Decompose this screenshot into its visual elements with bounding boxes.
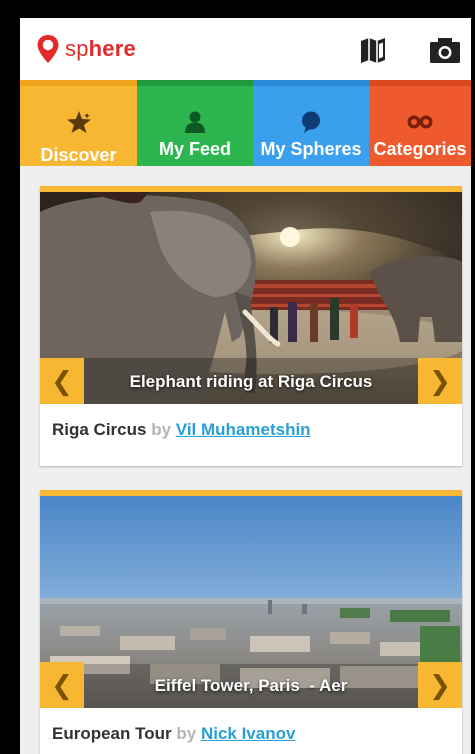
photo-caption: Eiffel Tower, Paris - Aer <box>154 676 348 695</box>
tab-my-feed[interactable]: My Feed <box>137 80 253 166</box>
chevron-left-icon: ❮ <box>51 670 73 700</box>
card-by-text: by <box>176 724 197 743</box>
chevron-right-icon: ❯ <box>429 366 451 396</box>
tab-label: Categories <box>373 139 467 159</box>
sphere-card[interactable]: ❮ ❯ Eiffel Tower, Paris - Aer European T… <box>40 490 462 754</box>
sphere-photo[interactable]: ❮ ❯ Eiffel Tower, Paris - Aer <box>40 496 462 708</box>
next-photo-button[interactable]: ❯ <box>418 358 462 404</box>
card-by-text: by <box>151 420 172 439</box>
card-title[interactable]: Riga Circus <box>52 420 146 439</box>
tab-strip <box>137 80 253 86</box>
tab-label: Discover <box>40 145 117 165</box>
app-screen: sphere Discover My Feed My Spheres Categ… <box>20 18 471 754</box>
app-logo[interactable]: sphere <box>36 33 136 65</box>
photo-caption: Elephant riding at Riga Circus <box>129 372 373 391</box>
tab-discover[interactable]: Discover <box>20 80 137 166</box>
logo-text-suffix: here <box>88 36 136 61</box>
tab-categories[interactable]: Categories <box>369 80 471 166</box>
card-author-link[interactable]: Vil Muhametshin <box>176 420 311 439</box>
card-footer: European Tour by Nick Ivanov <box>40 708 462 754</box>
next-photo-button[interactable]: ❯ <box>418 662 462 708</box>
camera-icon[interactable] <box>428 35 462 65</box>
chevron-right-icon: ❯ <box>429 670 451 700</box>
card-footer: Riga Circus by Vil Muhametshin <box>40 404 462 466</box>
binoculars-icon <box>407 115 433 129</box>
tab-strip <box>369 80 471 86</box>
previous-photo-button[interactable]: ❮ <box>40 358 84 404</box>
previous-photo-button[interactable]: ❮ <box>40 662 84 708</box>
speech-bubble-icon <box>302 111 320 133</box>
app-bar: sphere <box>20 18 471 80</box>
card-author-link[interactable]: Nick Ivanov <box>201 724 296 743</box>
tab-strip <box>253 80 369 86</box>
card-title[interactable]: European Tour <box>52 724 172 743</box>
chevron-left-icon: ❮ <box>51 366 73 396</box>
person-icon <box>185 111 205 133</box>
device-frame: sphere Discover My Feed My Spheres Categ… <box>0 0 475 754</box>
star-icon <box>66 111 91 133</box>
sphere-card[interactable]: ❮ ❯ Elephant riding at Riga Circus Riga … <box>40 186 462 466</box>
sphere-photo[interactable]: ❮ ❯ Elephant riding at Riga Circus <box>40 192 462 404</box>
logo-text-prefix: sp <box>65 36 89 61</box>
tab-label: My Spheres <box>260 139 362 159</box>
location-pin-icon <box>37 35 59 63</box>
tab-my-spheres[interactable]: My Spheres <box>253 80 369 166</box>
map-icon[interactable] <box>358 35 392 65</box>
tab-strip <box>20 80 137 86</box>
tab-label: My Feed <box>158 139 232 159</box>
logo-wordmark: sphere <box>65 38 136 60</box>
tab-bar: Discover My Feed My Spheres Categories <box>20 80 471 166</box>
